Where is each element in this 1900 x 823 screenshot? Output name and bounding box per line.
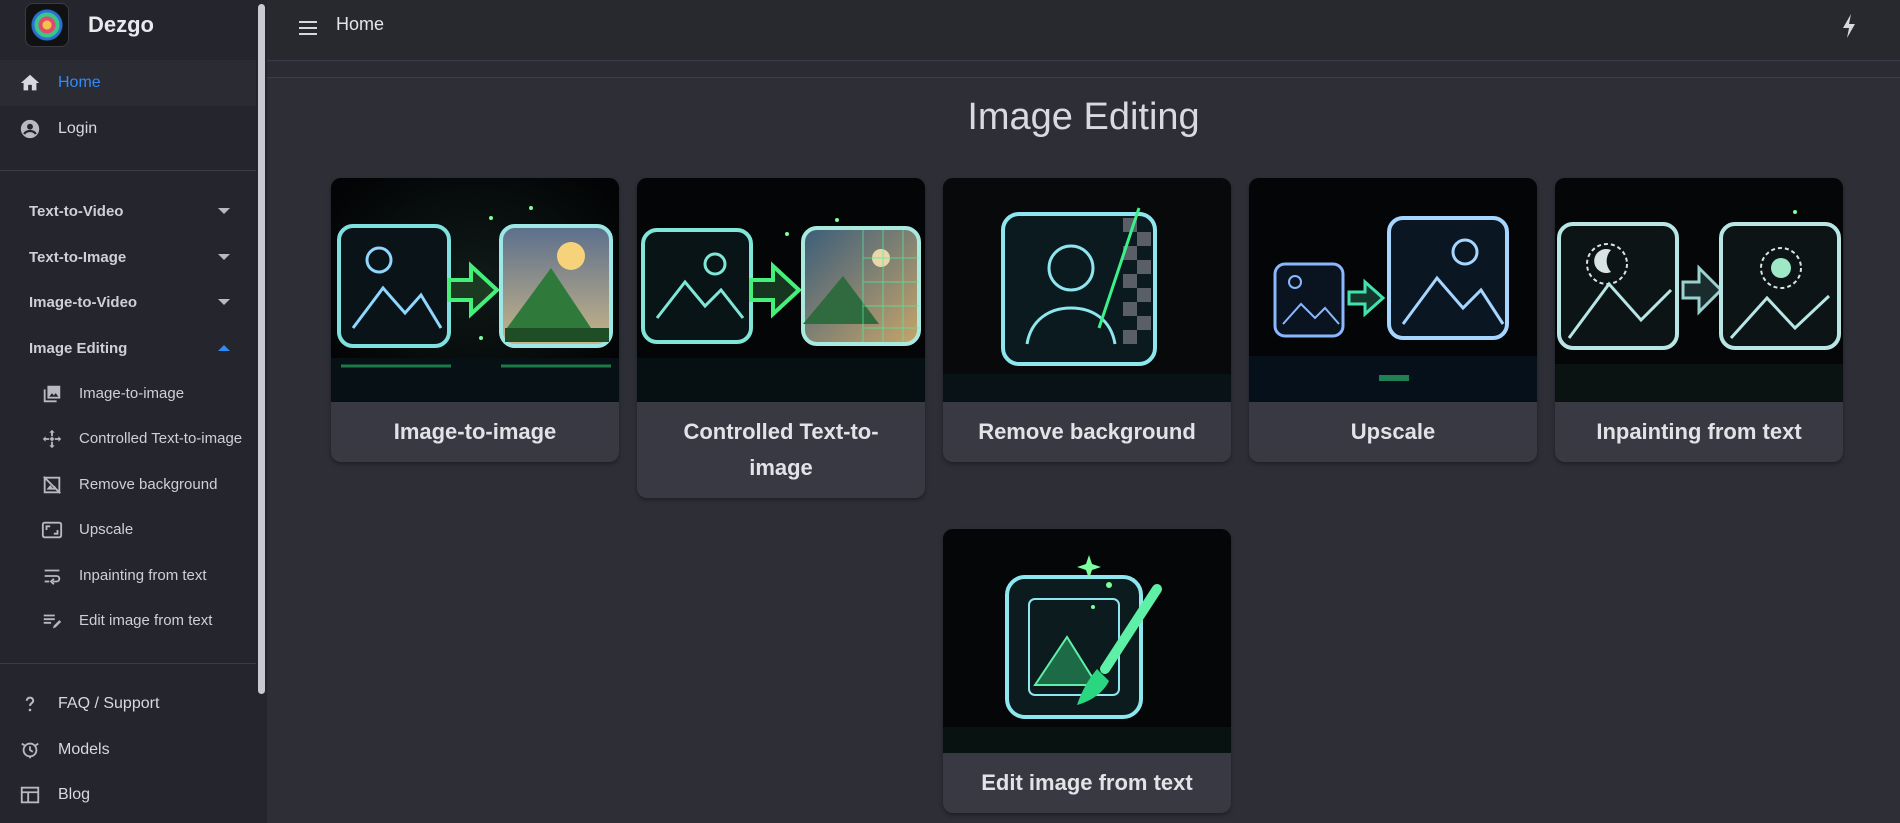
menu-icon[interactable] (296, 16, 320, 40)
card-inpainting-from-text[interactable]: Inpainting from text (1555, 178, 1843, 462)
card-label: Image-to-image (393, 419, 557, 444)
nav-item-faq-support[interactable]: FAQ / Support (0, 681, 256, 727)
nav-item-label: Blog (58, 786, 91, 803)
sidebar-item-controlled-text-to-image[interactable]: Controlled Text-to-image (0, 416, 256, 461)
sidebar-scrollbar[interactable] (258, 4, 265, 694)
card-upscale[interactable]: Upscale (1249, 178, 1537, 462)
image-to-image-illustration (331, 178, 619, 402)
card-label: Edit image from text (981, 770, 1193, 795)
card-image-to-image[interactable]: Image-to-image (331, 178, 619, 462)
sidebar: Dezgo Home Login Text-to-Video Text-to-I… (0, 0, 267, 823)
caret-down-icon (218, 254, 230, 260)
wrap-text-icon (40, 564, 64, 588)
card-label: Controlled Text-to-image (683, 419, 879, 480)
image-off-icon (40, 473, 64, 497)
caret-down-icon (218, 299, 230, 305)
section-image-to-video[interactable]: Image-to-Video (0, 279, 256, 325)
image-stack-icon (40, 382, 64, 406)
move-arrows-icon (40, 427, 64, 451)
card-label: Remove background (978, 419, 1196, 444)
home-icon (18, 71, 42, 95)
blog-icon (18, 783, 42, 807)
inpainting-illustration (1555, 178, 1843, 402)
nav-item-label: FAQ / Support (58, 695, 160, 712)
card-label: Inpainting from text (1596, 419, 1802, 444)
model-icon (18, 738, 42, 762)
top-strip (267, 62, 1900, 78)
sidebar-item-inpainting-from-text[interactable]: Inpainting from text (0, 553, 256, 598)
sidebar-item-label: Edit image from text (79, 612, 213, 629)
question-icon (18, 692, 42, 716)
upscale-illustration (1249, 178, 1537, 402)
caret-down-icon (218, 208, 230, 214)
sidebar-item-remove-background[interactable]: Remove background (0, 462, 256, 507)
sidebar-item-label: Remove background (79, 476, 218, 493)
nav-item-label: Home (58, 74, 101, 91)
controlled-illustration (637, 178, 925, 402)
remove-background-illustration (943, 178, 1231, 402)
nav-item-label: Login (58, 120, 98, 137)
nav-top: Home Login (0, 60, 256, 152)
nav-item-login[interactable]: Login (0, 106, 256, 152)
nav-item-home[interactable]: Home (0, 60, 256, 106)
section-image-editing[interactable]: Image Editing (0, 325, 256, 371)
brand[interactable]: Dezgo (25, 3, 154, 47)
nav-item-label: Models (58, 741, 110, 758)
card-edit-image-from-text[interactable]: Edit image from text (943, 529, 1231, 813)
section-label: Image-to-Video (29, 293, 138, 311)
nav-item-blog[interactable]: Blog (0, 772, 256, 818)
sidebar-item-image-to-image[interactable]: Image-to-image (0, 371, 256, 416)
page-breadcrumb: Home (336, 14, 385, 34)
bolt-icon[interactable] (1837, 12, 1861, 40)
caret-up-icon (218, 345, 230, 351)
page-title: Image Editing (967, 96, 1200, 138)
aspect-ratio-icon (40, 518, 64, 542)
account-icon (18, 117, 42, 141)
section-text-to-image[interactable]: Text-to-Image (0, 234, 256, 280)
sidebar-item-edit-image-from-text[interactable]: Edit image from text (0, 598, 256, 643)
sidebar-item-label: Controlled Text-to-image (79, 430, 243, 447)
brand-name: Dezgo (88, 12, 154, 37)
card-controlled-text-to-image[interactable]: Controlled Text-to-image (637, 178, 925, 498)
sidebar-item-label: Image-to-image (79, 385, 185, 402)
card-remove-background[interactable]: Remove background (943, 178, 1231, 462)
section-text-to-video[interactable]: Text-to-Video (0, 188, 256, 234)
section-label: Image Editing (29, 339, 128, 357)
sidebar-item-upscale[interactable]: Upscale (0, 507, 256, 552)
section-label: Text-to-Image (29, 248, 127, 266)
brand-logo (25, 3, 69, 47)
card-label: Upscale (1350, 419, 1436, 444)
divider (0, 663, 256, 664)
edit-image-illustration (943, 529, 1231, 753)
topbar: Home (267, 0, 1900, 61)
nav-item-models[interactable]: Models (0, 727, 256, 773)
divider (0, 170, 256, 171)
edit-note-icon (40, 609, 64, 633)
sidebar-item-label: Inpainting from text (79, 567, 207, 584)
sidebar-item-label: Upscale (79, 521, 134, 538)
section-label: Text-to-Video (29, 202, 124, 220)
